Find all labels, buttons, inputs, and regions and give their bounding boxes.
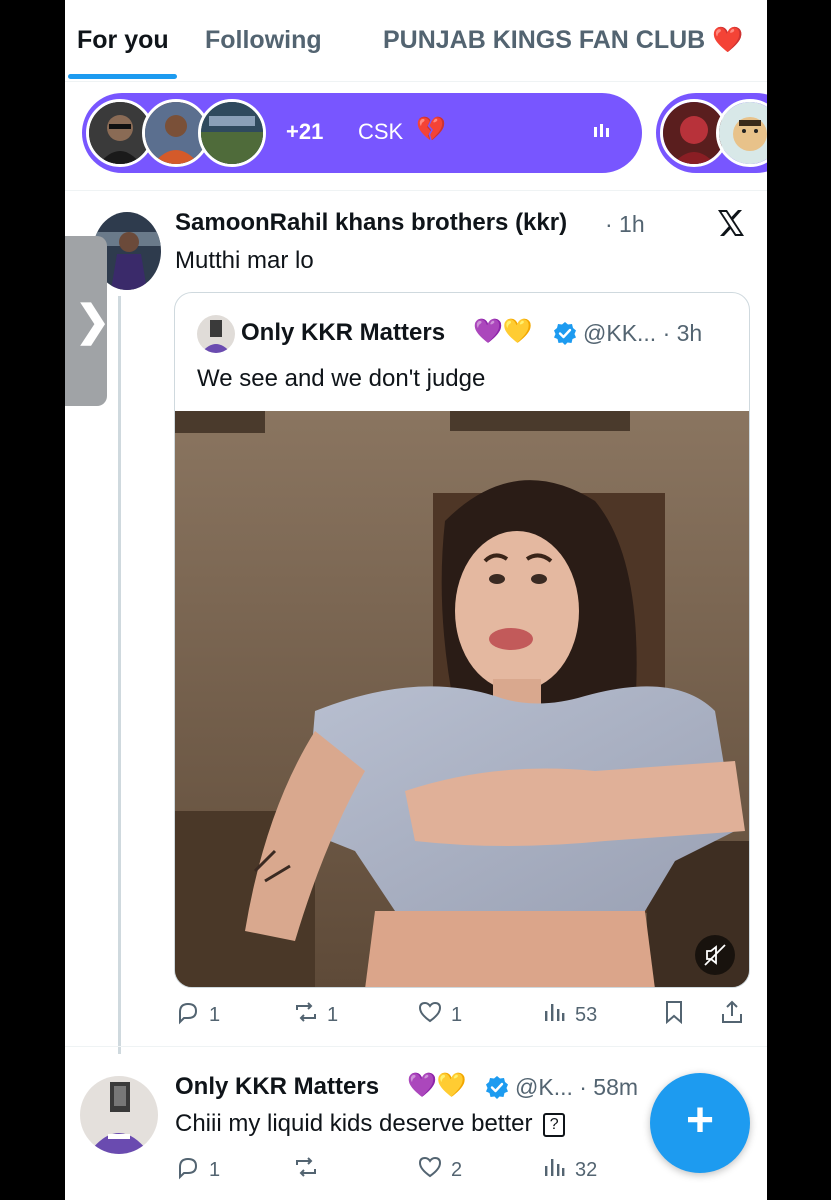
like-count: 2 <box>451 1158 463 1181</box>
share-button[interactable] <box>719 1000 745 1030</box>
verified-badge-icon <box>553 321 577 345</box>
quoted-author-name: Only KKR Matters <box>241 319 446 346</box>
tab-club-label: PUNJAB KINGS FAN CLUB <box>383 26 706 54</box>
red-heart-emoji: ❤️ <box>712 26 744 54</box>
avatar[interactable] <box>80 1076 158 1154</box>
heart-icon <box>417 999 443 1031</box>
tab-following[interactable]: Following <box>205 26 322 55</box>
like-button[interactable]: 2 <box>417 1155 462 1185</box>
thread-connector <box>118 296 121 1054</box>
space-listener-avatar <box>198 99 266 167</box>
tab-punjab-kings-fan-club[interactable]: PUNJAB KINGS FAN CLUB ❤️ <box>383 26 743 55</box>
verified-badge-icon <box>485 1075 509 1099</box>
timeline-screen: For you Following PUNJAB KINGS FAN CLUB … <box>65 0 767 1200</box>
tweet-timestamp[interactable]: · 1h <box>605 211 645 238</box>
space-title: CSK <box>358 119 404 144</box>
repost-icon <box>293 1154 319 1186</box>
views-button[interactable]: 32 <box>541 1155 597 1185</box>
bookmark-button[interactable] <box>661 1000 687 1030</box>
space-listener-avatar <box>716 99 767 167</box>
audio-bars-icon <box>592 121 612 146</box>
active-tab-indicator <box>68 74 177 79</box>
tweet-text: Mutthi mar lo <box>175 247 314 274</box>
reply-button[interactable]: 1 <box>175 1000 220 1030</box>
reply-count: 1 <box>209 1003 221 1026</box>
share-icon <box>719 999 745 1031</box>
tab-for-you[interactable]: For you <box>77 26 169 55</box>
reply-icon <box>175 999 201 1031</box>
views-count: 32 <box>575 1158 598 1181</box>
views-icon <box>541 1154 567 1186</box>
tweet-text: Chiii my liquid kids deserve better ? <box>175 1110 566 1138</box>
like-count: 1 <box>451 1003 463 1026</box>
tweet-handle-time[interactable]: @K... · 58m <box>515 1074 638 1101</box>
repost-icon <box>293 999 319 1031</box>
views-count: 53 <box>575 1003 598 1026</box>
chevron-right-icon: ❯ <box>75 297 111 344</box>
x-logo-icon[interactable] <box>715 207 747 239</box>
like-button[interactable]: 1 <box>417 1000 462 1030</box>
divider <box>65 1046 767 1047</box>
quoted-tweet[interactable]: Only KKR Matters 💜💛 @KK... · 3h We see a… <box>174 292 750 988</box>
reply-count: 1 <box>209 1158 221 1181</box>
divider <box>65 190 767 191</box>
views-button[interactable]: 53 <box>541 1000 597 1030</box>
tweet-author-name[interactable]: SamoonRahil khans brothers (kkr) <box>175 209 567 237</box>
video-frame <box>175 411 749 987</box>
unknown-glyph-icon: ? <box>543 1112 566 1137</box>
side-drawer-handle[interactable]: ❯ <box>65 236 111 406</box>
video-media[interactable] <box>175 411 749 987</box>
bookmark-icon <box>661 999 687 1031</box>
compose-button[interactable]: + <box>650 1073 750 1173</box>
tweet-author-name[interactable]: Only KKR Matters <box>175 1073 379 1101</box>
heart-icon <box>417 1154 443 1186</box>
repost-button[interactable]: 1 <box>293 1000 338 1030</box>
reply-button[interactable]: 1 <box>175 1155 220 1185</box>
tweet-actions: 1 1 1 53 <box>175 1000 755 1030</box>
muted-speaker-icon[interactable] <box>695 935 735 975</box>
broken-heart-emoji: 💔 <box>416 116 446 143</box>
repost-button[interactable] <box>293 1155 327 1185</box>
plus-icon: + <box>685 1094 715 1147</box>
live-space-card[interactable]: +21 CSK 💔 <box>82 93 642 173</box>
purple-yellow-hearts-emoji: 💜💛 <box>473 318 533 345</box>
live-space-card[interactable] <box>656 93 767 173</box>
purple-yellow-hearts-emoji: 💜💛 <box>407 1072 467 1099</box>
repost-count: 1 <box>327 1003 339 1026</box>
quoted-tweet-text: We see and we don't judge <box>197 365 486 392</box>
reply-icon <box>175 1154 201 1186</box>
avatar <box>197 315 235 353</box>
space-listener-count: +21 <box>286 119 324 144</box>
timeline-tabs: For you Following PUNJAB KINGS FAN CLUB … <box>65 0 767 80</box>
views-icon <box>541 999 567 1031</box>
divider <box>65 81 767 82</box>
tweet-text-body: Chiii my liquid kids deserve better <box>175 1110 533 1137</box>
quoted-handle-time: @KK... · 3h <box>583 320 703 346</box>
